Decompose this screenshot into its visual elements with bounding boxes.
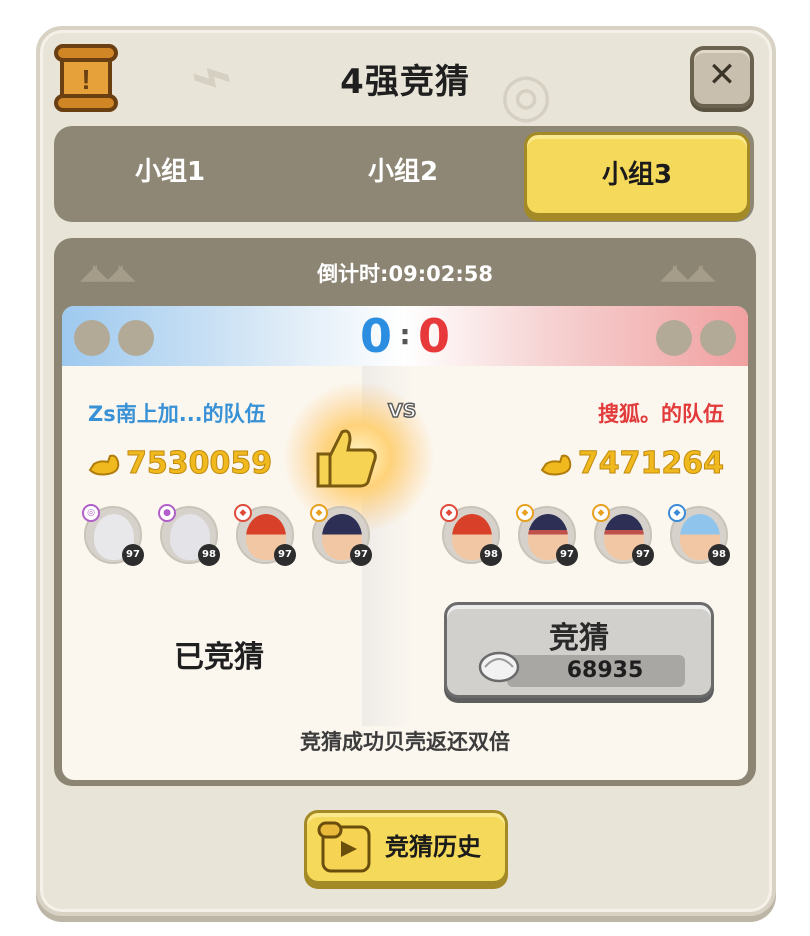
close-icon: ✕ [707,55,737,95]
hero-level: 98 [708,544,730,566]
hero-level: 97 [350,544,372,566]
right-power-value: 7471264 [577,446,724,482]
hero-level: 97 [556,544,578,566]
hero-portrait[interactable]: ◆ 98 [668,504,730,566]
score-left: 0 [359,309,392,363]
hero-portrait[interactable]: ● 98 [158,504,220,566]
page-title: 4强竞猜 [340,62,470,102]
guessed-status: 已竞猜 [174,640,264,675]
match-card: 0 : 0 Zs南上加...的队伍 VS 搜狐。的队伍 7530059 7471… [62,306,748,780]
hero-portrait[interactable]: ◆ 97 [516,504,578,566]
hero-level: 98 [198,544,220,566]
countdown-time: 09:02:58 [388,262,493,286]
right-team-power: 7471264 [540,446,725,482]
left-power-value: 7530059 [125,446,273,482]
countdown-label: 倒计时: [317,262,389,286]
element-badge-icon: ◆ [592,504,610,522]
hero-portrait[interactable]: ◆ 97 [234,504,296,566]
tab-group-2[interactable]: 小组2 [286,126,520,222]
guess-history-button[interactable]: 竞猜历史 [304,810,508,884]
score-bar: 0 : 0 [62,306,748,366]
guess-cost-value: 68935 [566,658,644,683]
hero-portrait[interactable]: ◆ 97 [310,504,372,566]
countdown: 倒计时:09:02:58 [0,258,810,288]
hero-level: 97 [632,544,654,566]
score-right: 0 [418,309,451,363]
hero-portrait[interactable]: ◆ 97 [592,504,654,566]
tab-group-3[interactable]: 小组3 [524,132,750,216]
thumbs-up-icon [316,429,377,488]
score-separator: : [399,318,411,351]
element-badge-icon: ◆ [440,504,458,522]
round-dot-right-2 [700,320,736,356]
flexed-arm-icon [540,454,572,475]
element-badge-icon: ◆ [310,504,328,522]
right-team-name: 搜狐。的队伍 [598,402,724,426]
close-button[interactable]: ✕ [690,46,754,108]
element-badge-icon: ● [158,504,176,522]
vs-label: VS [387,399,417,423]
guess-reward-note: 竞猜成功贝壳返还双倍 [300,730,510,754]
guess-button[interactable]: 竞猜 68935 [444,602,714,698]
element-badge-icon: ◎ [82,504,100,522]
hero-level: 98 [480,544,502,566]
hero-level: 97 [274,544,296,566]
round-dot-right-1 [656,320,692,356]
shell-icon [478,651,520,683]
left-team-power: 7530059 [88,446,273,482]
round-dot-left-1 [74,320,110,356]
element-badge-icon: ◆ [668,504,686,522]
hero-level: 97 [122,544,144,566]
tab-group-1[interactable]: 小组1 [54,126,286,222]
guess-history-label: 竞猜历史 [385,833,481,861]
element-badge-icon: ◆ [516,504,534,522]
flexed-arm-icon [88,454,120,475]
hero-portrait[interactable]: ◆ 98 [440,504,502,566]
left-team-name: Zs南上加...的队伍 [88,402,266,426]
element-badge-icon: ◆ [234,504,252,522]
group-tabs: 小组1 小组2 小组3 [54,126,754,222]
hero-portrait[interactable]: ◎ 97 [82,504,144,566]
round-dot-left-2 [118,320,154,356]
play-scroll-icon [317,821,371,873]
guess-cost: 68935 [507,655,685,687]
